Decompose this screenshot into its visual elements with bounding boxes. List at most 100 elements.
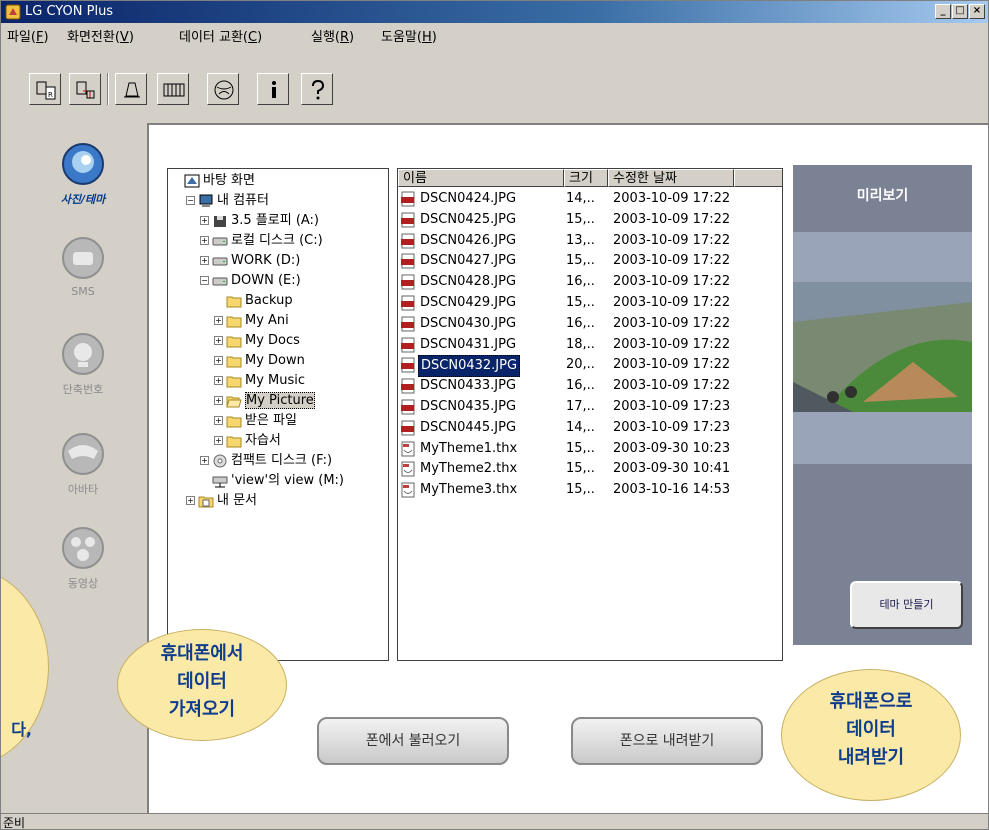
tree-item[interactable]: 'view'의 view (M:) <box>200 471 344 491</box>
file-row[interactable]: DSCN0435.JPG 17,.. 2003-10-09 17:23 <box>398 397 782 417</box>
file-row[interactable]: DSCN0430.JPG 16,.. 2003-10-09 17:22 <box>398 314 782 334</box>
expand-icon[interactable]: + <box>214 316 223 325</box>
collapse-icon[interactable]: − <box>186 196 195 205</box>
file-row[interactable]: DSCN0429.JPG 15,.. 2003-10-09 17:22 <box>398 293 782 313</box>
file-row[interactable]: DSCN0433.JPG 16,.. 2003-10-09 17:22 <box>398 376 782 396</box>
file-date: 2003-10-09 17:23 <box>613 399 731 414</box>
tree-item[interactable]: + 받은 파일 <box>214 411 297 431</box>
tree-item-label: 받은 파일 <box>245 413 297 428</box>
expand-icon[interactable]: + <box>214 396 223 405</box>
file-row[interactable]: DSCN0425.JPG 15,.. 2003-10-09 17:22 <box>398 210 782 230</box>
column-name[interactable]: 이름 <box>398 169 564 187</box>
nav-video[interactable]: 동영상 <box>19 525 147 591</box>
expand-icon[interactable]: + <box>214 356 223 365</box>
tree-item[interactable]: +3.5 플로피 (A:) <box>200 211 319 231</box>
exchange-left-button[interactable]: R <box>29 73 61 105</box>
tree-item[interactable]: + My Picture <box>214 391 315 411</box>
tree-item[interactable]: + WORK (D:) <box>200 251 300 271</box>
help-button[interactable] <box>301 73 333 105</box>
file-row[interactable]: MyTheme2.thx 15,.. 2003-09-30 10:41 <box>398 459 782 479</box>
expand-icon[interactable]: + <box>214 376 223 385</box>
cd-icon <box>213 454 227 467</box>
nav-speed-dial[interactable]: 단축번호 <box>19 331 147 397</box>
status-bar: 준비 <box>1 813 988 829</box>
file-list[interactable]: 이름 크기 수정한 날짜 DSCN0424.JPG 14,.. 2003-10-09… <box>397 168 783 661</box>
tree-item[interactable]: + My Music <box>214 371 305 391</box>
expand-icon[interactable]: + <box>200 216 209 225</box>
tree-item-label: Backup <box>245 293 293 308</box>
nav-photo-theme[interactable]: 사진/테마 <box>19 141 147 207</box>
tree-item-label: 컴팩트 디스크 (F:) <box>231 453 333 468</box>
column-size[interactable]: 크기 <box>564 169 608 187</box>
tree-item[interactable]: + My Docs <box>214 331 300 351</box>
create-theme-button[interactable]: 테마 만들기 <box>850 581 963 629</box>
expand-icon[interactable]: + <box>186 496 195 505</box>
menu-data-exchange[interactable]: 데이터 교환(C) <box>179 26 262 45</box>
tree-item[interactable]: 바탕 화면 <box>172 171 255 191</box>
file-date: 2003-10-09 17:22 <box>613 378 731 394</box>
exchange-right-button[interactable] <box>69 73 101 105</box>
file-row[interactable]: DSCN0445.JPG 14,.. 2003-10-09 17:23 <box>398 418 782 438</box>
desktop-icon <box>184 174 200 187</box>
menu-view[interactable]: 화면전환(V) <box>67 26 134 45</box>
nav-avatar[interactable]: 아바타 <box>19 431 147 497</box>
theme-file-icon <box>401 441 415 457</box>
column-modified[interactable]: 수정한 날짜 <box>608 169 734 187</box>
close-button[interactable]: × <box>969 4 985 19</box>
tree-item[interactable]: + My Down <box>214 351 305 371</box>
file-row[interactable]: DSCN0428.JPG 16,.. 2003-10-09 17:22 <box>398 272 782 292</box>
title-bar[interactable]: LG CYON Plus _ □ × <box>1 1 988 23</box>
expand-icon[interactable]: + <box>200 236 209 245</box>
expand-icon[interactable]: + <box>200 256 209 265</box>
file-name: DSCN0429.JPG <box>420 295 517 310</box>
jpg-file-icon <box>401 233 415 249</box>
tree-item[interactable]: + 로컬 디스크 (C:) <box>200 231 323 251</box>
tree-item[interactable]: Backup <box>214 291 293 311</box>
load-from-phone-button[interactable]: 폰에서 불러오기 <box>317 717 509 765</box>
file-size: 13,.. <box>566 232 595 248</box>
collapse-icon[interactable]: − <box>200 276 209 285</box>
tree-item[interactable]: − 내 컴퓨터 <box>186 191 269 211</box>
expand-icon[interactable]: + <box>214 436 223 445</box>
minimize-button[interactable]: _ <box>935 4 951 19</box>
expand-icon[interactable]: + <box>200 456 209 465</box>
callout-from-phone-line1: 휴대폰에서 <box>160 643 244 664</box>
folder-icon <box>226 356 242 367</box>
help-icon <box>312 79 325 100</box>
tree-item[interactable]: + 컴팩트 디스크 (F:) <box>200 451 332 471</box>
folder-tree[interactable]: 바탕 화면 − 내 컴퓨터 +3.5 플로피 (A:) + 로컬 디스크 (C:) + WOR… <box>167 168 389 661</box>
file-row[interactable]: DSCN0427.JPG 15,.. 2003-10-09 17:22 <box>398 251 782 271</box>
file-row[interactable]: DSCN0432.JPG 20,.. 2003-10-09 17:22 <box>398 355 782 378</box>
file-row[interactable]: MyTheme3.thx 15,.. 2003-10-16 14:53 <box>398 480 782 500</box>
info-button[interactable] <box>257 73 289 105</box>
web-button[interactable] <box>207 73 239 105</box>
expand-icon[interactable]: + <box>214 416 223 425</box>
file-date: 2003-09-30 10:23 <box>613 440 731 456</box>
callout-to-phone-line1: 휴대폰으로 <box>829 691 913 712</box>
menu-help[interactable]: 도움말(H) <box>381 26 437 45</box>
tree-item[interactable]: + 자습서 <box>214 431 281 451</box>
alarm-button[interactable] <box>115 73 147 105</box>
file-name: MyTheme3.thx <box>420 482 518 498</box>
toolbar: R <box>1 47 988 119</box>
folder-icon <box>226 416 242 427</box>
file-row[interactable]: MyTheme1.thx 15,.. 2003-09-30 10:23 <box>398 439 782 459</box>
nav-sms[interactable]: SMS <box>19 235 147 298</box>
expand-icon[interactable]: + <box>214 336 223 345</box>
tree-item[interactable]: + My Ani <box>214 311 289 331</box>
keyboard-button[interactable] <box>157 73 189 105</box>
file-row[interactable]: DSCN0431.JPG 18,.. 2003-10-09 17:22 <box>398 335 782 355</box>
file-row[interactable]: DSCN0424.JPG 14,.. 2003-10-09 17:22 <box>398 189 782 209</box>
download-to-phone-button[interactable]: 폰으로 내려받기 <box>571 717 763 765</box>
tree-item-label: My Music <box>245 373 306 388</box>
menu-file[interactable]: 파일(F) <box>7 26 49 45</box>
menu-run[interactable]: 실행(R) <box>311 26 354 45</box>
speed-dial-icon <box>62 333 104 375</box>
tree-item[interactable]: + 내 문서 <box>186 491 257 511</box>
file-size: 16,.. <box>566 315 595 331</box>
file-row[interactable]: DSCN0426.JPG 13,.. 2003-10-09 17:22 <box>398 231 782 251</box>
file-date: 2003-10-09 17:22 <box>613 232 731 248</box>
maximize-button[interactable]: □ <box>952 4 968 19</box>
file-date: 2003-10-09 17:22 <box>613 274 731 290</box>
tree-item[interactable]: − DOWN (E:) <box>200 271 301 291</box>
